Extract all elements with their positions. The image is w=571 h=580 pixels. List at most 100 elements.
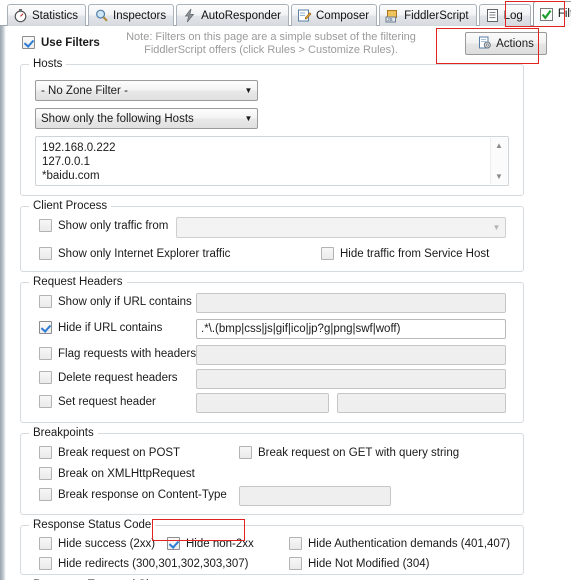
set-request-header-label: Set request header (58, 395, 156, 408)
note-line-2: FiddlerScript offers (click Rules > Cust… (144, 44, 398, 56)
break-request-get-query-label: Break request on GET with query string (258, 446, 460, 459)
break-response-content-type-label: Break response on Content-Type (58, 488, 227, 501)
actions-label: Actions (496, 37, 534, 50)
green-check-icon (539, 7, 554, 22)
delete-request-headers-input[interactable] (196, 369, 506, 389)
chevron-down-icon: ▼ (492, 222, 501, 232)
filters-page: Use Filters Note: Filters on this page a… (6, 26, 571, 580)
group-breakpoints-legend: Breakpoints (29, 427, 98, 439)
set-request-header-value-input[interactable] (337, 393, 506, 413)
set-request-header-name-input[interactable] (196, 393, 329, 413)
hide-url-contains-checkbox[interactable] (39, 321, 52, 334)
group-client-process-legend: Client Process (29, 200, 112, 212)
break-request-post-label: Break request on POST (58, 446, 181, 459)
break-request-get-query-checkbox[interactable] (239, 446, 252, 459)
show-only-ie-traffic-row[interactable]: Show only Internet Explorer traffic (39, 247, 230, 260)
hide-success-checkbox[interactable] (39, 537, 52, 550)
host-list-textarea[interactable]: 192.168.0.222 127.0.0.1 *baidu.com ▲ ▼ (35, 136, 509, 186)
tab-filters[interactable]: Filters (532, 1, 571, 26)
hide-url-contains-label: Hide if URL contains (58, 321, 163, 334)
delete-request-headers-row[interactable]: Delete request headers (39, 371, 178, 384)
show-only-url-contains-label: Show only if URL contains (58, 295, 192, 308)
svg-text:JS: JS (387, 17, 392, 22)
break-request-post-row[interactable]: Break request on POST (39, 446, 180, 459)
delete-request-headers-checkbox[interactable] (39, 371, 52, 384)
group-request-headers: Request Headers Show only if URL contain… (20, 276, 524, 423)
hide-non2xx-checkbox[interactable] (167, 537, 180, 550)
group-response-status-code: Response Status Code Hide success (2xx) … (20, 519, 524, 575)
tab-log[interactable]: Log (478, 4, 531, 26)
hide-service-host-row[interactable]: Hide traffic from Service Host (321, 247, 489, 260)
hide-auth-demands-row[interactable]: Hide Authentication demands (401,407) (289, 537, 510, 550)
tab-label: Statistics (32, 9, 79, 22)
show-only-url-contains-row[interactable]: Show only if URL contains (39, 295, 192, 308)
hide-service-host-checkbox[interactable] (321, 247, 334, 260)
hide-not-modified-checkbox[interactable] (289, 557, 302, 570)
scroll-up-icon[interactable]: ▲ (492, 138, 507, 153)
break-response-content-type-row[interactable]: Break response on Content-Type (39, 488, 227, 501)
show-only-ie-traffic-checkbox[interactable] (39, 247, 52, 260)
hide-url-contains-input[interactable]: .*\.(bmp|css|js|gif|ico|jp?g|png|swf|wof… (196, 319, 506, 339)
client-process-combo[interactable]: ▼ (176, 217, 506, 238)
break-response-content-type-checkbox[interactable] (39, 488, 52, 501)
break-response-content-type-input[interactable] (239, 486, 391, 506)
break-xhr-checkbox[interactable] (39, 467, 52, 480)
host-list-scrollbar[interactable]: ▲ ▼ (490, 138, 507, 184)
hide-url-contains-row[interactable]: Hide if URL contains (39, 321, 162, 334)
use-filters-checkbox[interactable] (22, 36, 35, 49)
show-only-traffic-from-label: Show only traffic from (58, 219, 169, 232)
hide-auth-demands-label: Hide Authentication demands (401,407) (308, 537, 511, 550)
use-filters-label: Use Filters (41, 36, 100, 49)
zone-filter-value: - No Zone Filter - (41, 84, 128, 97)
js-script-icon: JS (385, 8, 400, 23)
chevron-down-icon: ▼ (244, 113, 253, 123)
gear-document-icon (478, 36, 493, 51)
flag-requests-with-headers-row[interactable]: Flag requests with headers (39, 347, 196, 360)
host-mode-combo[interactable]: Show only the following Hosts ▼ (35, 108, 258, 129)
hide-not-modified-label: Hide Not Modified (304) (308, 557, 430, 570)
show-only-traffic-from-checkbox[interactable] (39, 219, 52, 232)
flag-requests-with-headers-label: Flag requests with headers (58, 347, 197, 360)
zone-filter-combo[interactable]: - No Zone Filter - ▼ (35, 80, 258, 101)
show-only-url-contains-input[interactable] (196, 293, 506, 313)
show-only-traffic-from-row[interactable]: Show only traffic from (39, 219, 168, 232)
break-xhr-row[interactable]: Break on XMLHttpRequest (39, 467, 195, 480)
flag-requests-with-headers-input[interactable] (196, 345, 506, 365)
host-list-value: 192.168.0.222 127.0.0.1 *baidu.com (42, 142, 116, 182)
tab-strip: Statistics Inspectors AutoResponder Comp… (0, 0, 571, 26)
tab-label: Log (503, 9, 523, 22)
tab-label: AutoResponder (201, 9, 281, 22)
set-request-header-checkbox[interactable] (39, 395, 52, 408)
show-only-ie-traffic-label: Show only Internet Explorer traffic (58, 247, 231, 260)
flag-requests-with-headers-checkbox[interactable] (39, 347, 52, 360)
group-breakpoints: Breakpoints Break request on POST Break … (20, 427, 524, 515)
tab-composer[interactable]: Composer (291, 4, 378, 26)
hide-not-modified-row[interactable]: Hide Not Modified (304) (289, 557, 429, 570)
break-request-post-checkbox[interactable] (39, 446, 52, 459)
tab-autoresponder[interactable]: AutoResponder (176, 4, 289, 26)
chevron-down-icon: ▼ (244, 85, 253, 95)
group-request-headers-legend: Request Headers (29, 276, 127, 288)
tab-inspectors[interactable]: Inspectors (88, 4, 175, 26)
tab-statistics[interactable]: Statistics (7, 4, 87, 26)
use-filters-checkbox-row[interactable]: Use Filters (22, 36, 100, 49)
hide-redirects-label: Hide redirects (300,301,302,303,307) (58, 557, 249, 570)
tab-label: FiddlerScript (404, 9, 469, 22)
note-line-1: Note: Filters on this page are a simple … (126, 31, 416, 43)
log-list-icon (485, 8, 500, 23)
break-xhr-label: Break on XMLHttpRequest (58, 467, 195, 480)
hide-non2xx-label: Hide non-2xx (186, 537, 254, 550)
scroll-down-icon[interactable]: ▼ (492, 169, 507, 184)
break-request-get-query-row[interactable]: Break request on GET with query string (239, 446, 459, 459)
hide-redirects-checkbox[interactable] (39, 557, 52, 570)
hide-redirects-row[interactable]: Hide redirects (300,301,302,303,307) (39, 557, 249, 570)
set-request-header-row[interactable]: Set request header (39, 395, 156, 408)
actions-button[interactable]: Actions (465, 32, 547, 55)
hide-success-row[interactable]: Hide success (2xx) (39, 537, 155, 550)
show-only-url-contains-checkbox[interactable] (39, 295, 52, 308)
hide-non2xx-row[interactable]: Hide non-2xx (167, 537, 254, 550)
host-mode-value: Show only the following Hosts (41, 112, 194, 125)
tab-label: Filters (557, 8, 571, 20)
hide-auth-demands-checkbox[interactable] (289, 537, 302, 550)
tab-fiddlerscript[interactable]: JS FiddlerScript (379, 4, 477, 26)
